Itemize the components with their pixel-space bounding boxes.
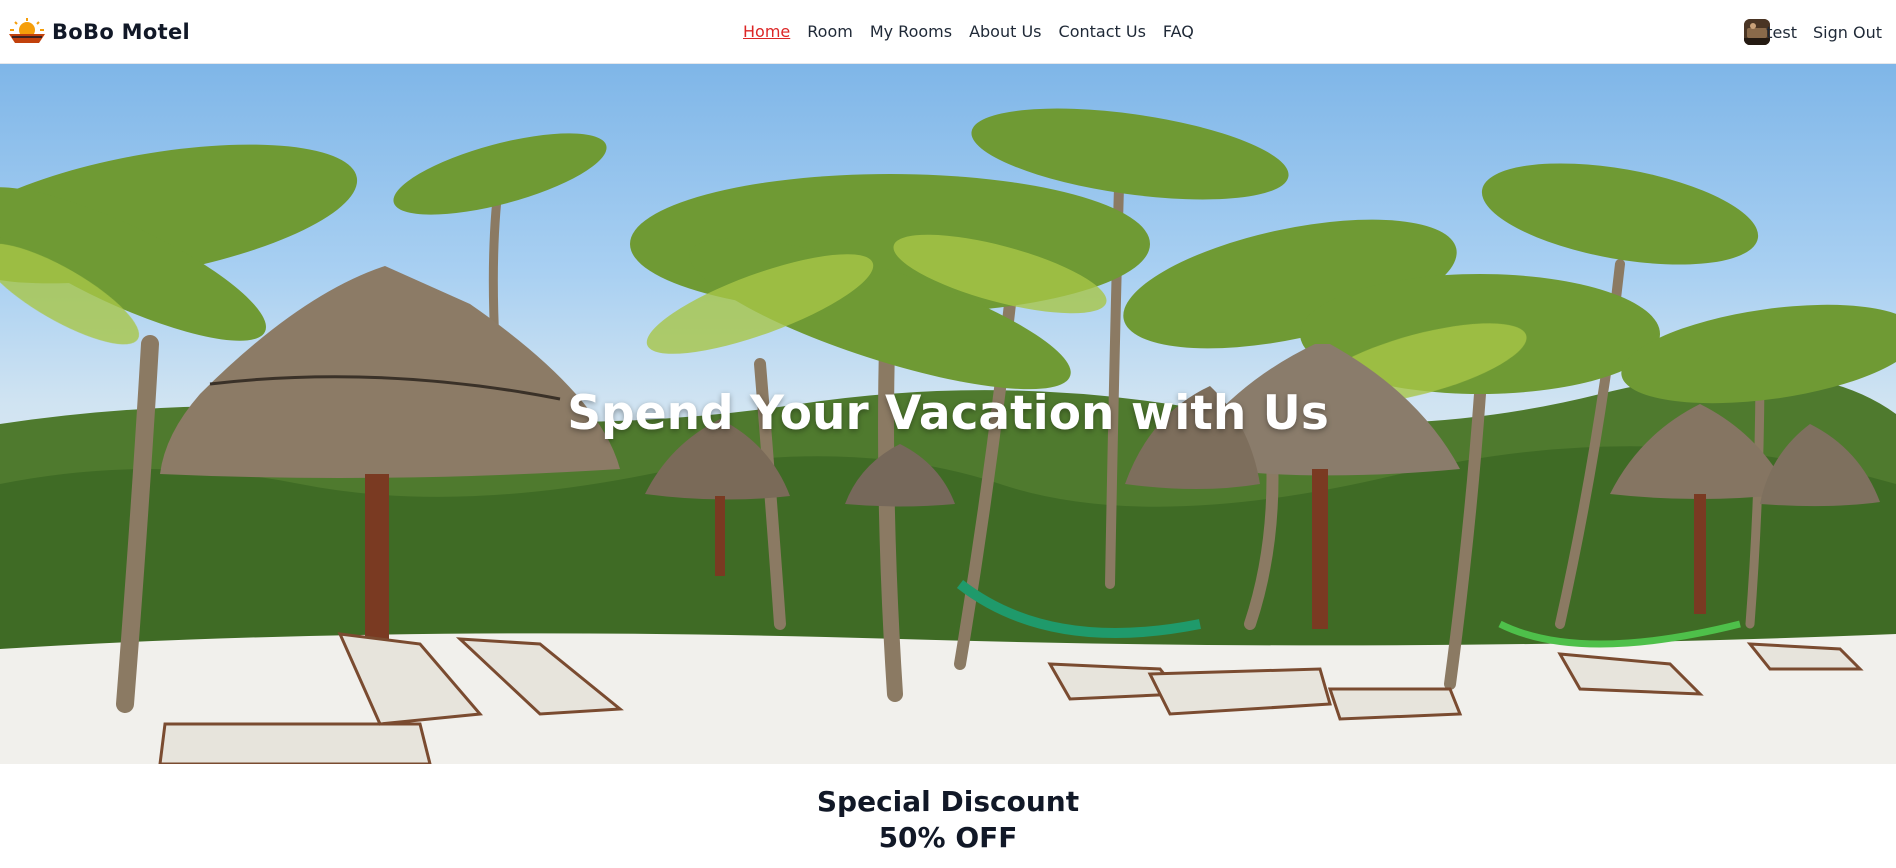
brand-name: BoBo Motel [52, 20, 190, 44]
promo-discount: 50% OFF [878, 821, 1018, 854]
top-navbar: BoBo Motel Home Room My Rooms About Us C… [0, 0, 1896, 64]
brand[interactable]: BoBo Motel [6, 18, 190, 46]
sun-boat-logo-icon [9, 18, 45, 43]
nav-link-my-rooms[interactable]: My Rooms [870, 22, 952, 41]
user-area: test Sign Out [1744, 19, 1882, 45]
hero-title: Spend Your Vacation with Us [567, 386, 1329, 441]
user-profile[interactable]: test [1744, 19, 1797, 45]
nav-link-contact-us[interactable]: Contact Us [1059, 22, 1146, 41]
main-nav: Home Room My Rooms About Us Contact Us F… [743, 22, 1194, 41]
nav-link-room[interactable]: Room [807, 22, 853, 41]
username: test [1766, 22, 1797, 42]
nav-link-home[interactable]: Home [743, 22, 790, 41]
nav-link-about-us[interactable]: About Us [969, 22, 1041, 41]
promo-section: Special Discount 50% OFF [0, 784, 1896, 856]
nav-link-faq[interactable]: FAQ [1163, 22, 1194, 41]
promo-title: Special Discount [816, 785, 1080, 818]
hero-banner: Spend Your Vacation with Us [0, 64, 1896, 764]
sign-out-link[interactable]: Sign Out [1813, 23, 1882, 42]
